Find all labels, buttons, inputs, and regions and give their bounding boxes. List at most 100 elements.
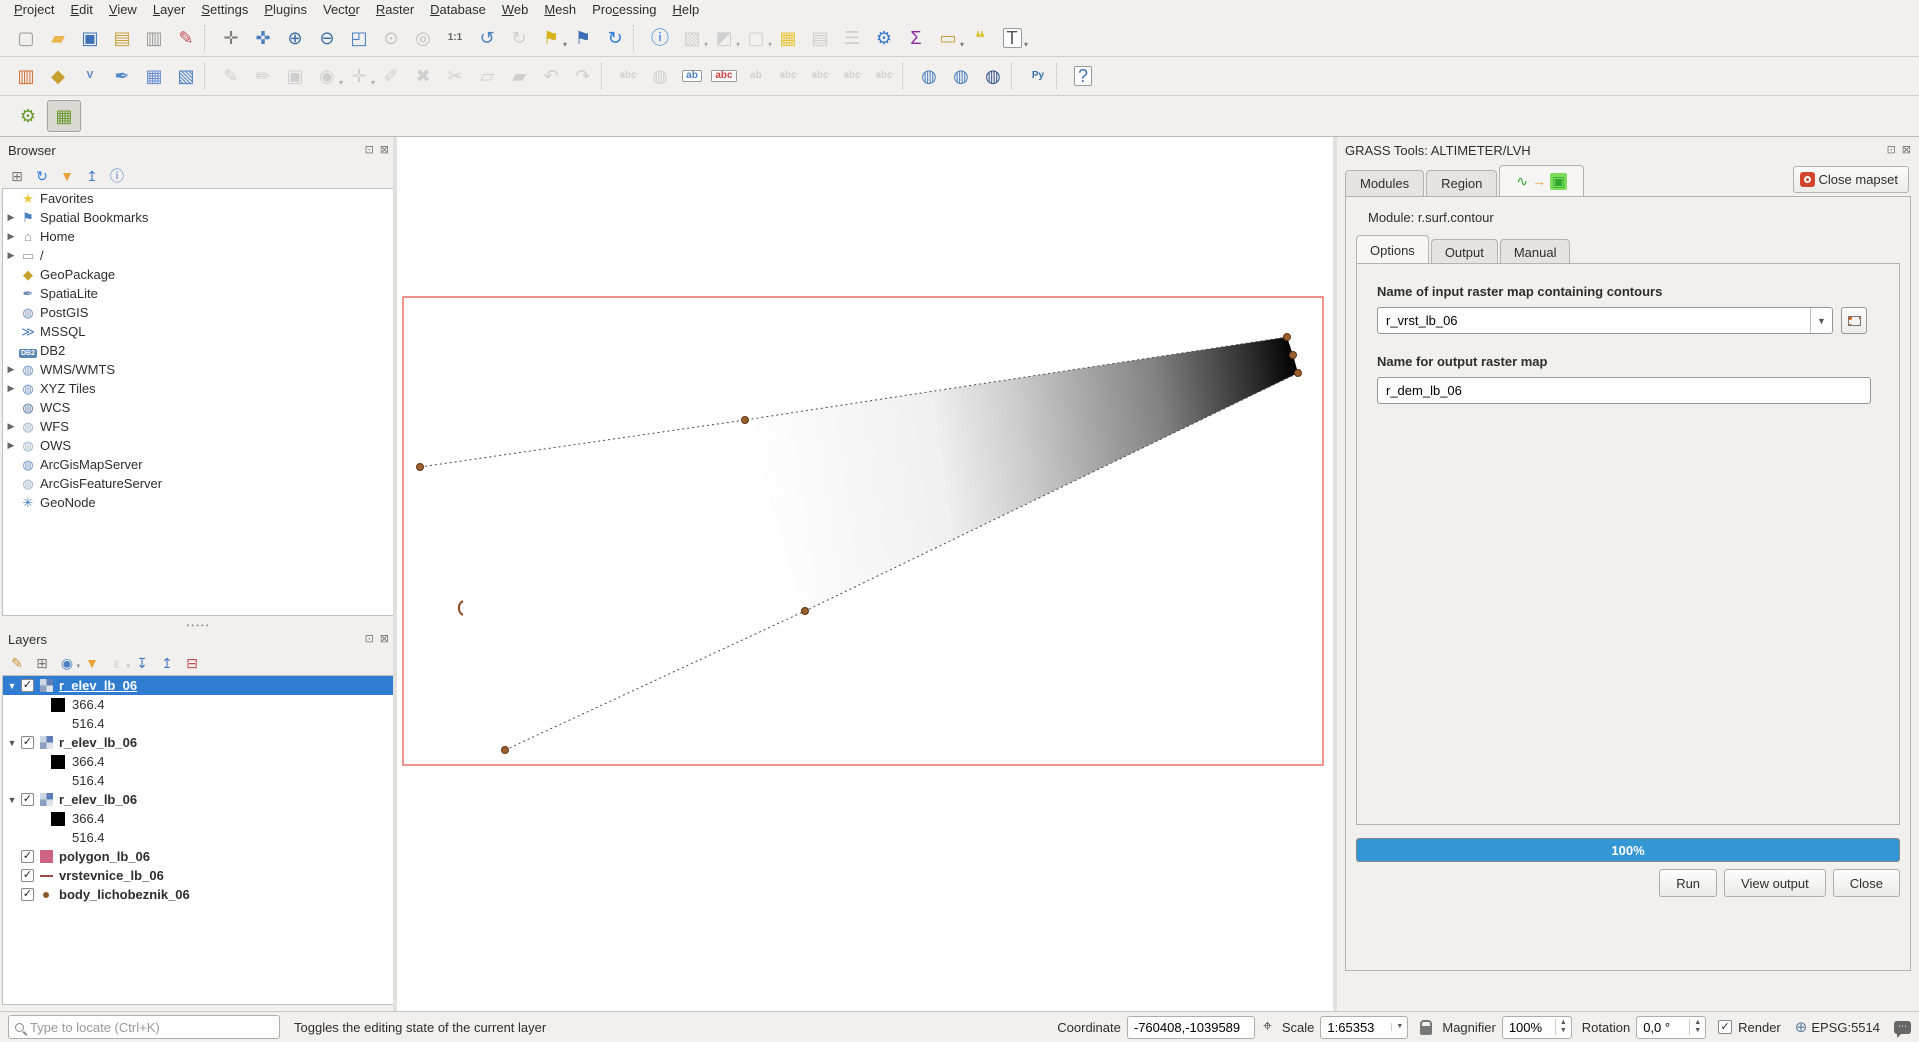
menu-view[interactable]: View bbox=[101, 1, 145, 18]
metasearch-icon[interactable]: ◍ bbox=[946, 61, 976, 91]
scale-dropdown-icon[interactable]: ▼ bbox=[1391, 1023, 1407, 1031]
expander-icon[interactable]: ▶ bbox=[3, 212, 19, 223]
input-raster-combobox[interactable]: ▼ bbox=[1377, 307, 1833, 334]
render-checkbox[interactable]: ✓ bbox=[1718, 1020, 1732, 1034]
show-layout-manager-icon[interactable]: ▥ bbox=[139, 23, 169, 53]
browser-item-mssql[interactable]: ≫MSSQL bbox=[3, 322, 394, 341]
extent-toggle-icon[interactable]: ⌖ bbox=[1263, 1018, 1272, 1036]
tab-output[interactable]: Output bbox=[1431, 239, 1498, 264]
rotation-spinbox[interactable]: ▲▼ bbox=[1636, 1016, 1706, 1039]
processing-toolbox-icon[interactable]: ⚙ bbox=[869, 23, 899, 53]
menu-edit[interactable]: Edit bbox=[62, 1, 100, 18]
search-layers-icon[interactable]: ◍ bbox=[978, 61, 1008, 91]
tab-options[interactable]: Options bbox=[1356, 235, 1429, 264]
add-selected-layers-icon[interactable]: ⊞ bbox=[6, 165, 28, 186]
menu-help[interactable]: Help bbox=[664, 1, 707, 18]
layer-visibility-checkbox[interactable]: ✓ bbox=[21, 736, 34, 749]
output-raster-input[interactable] bbox=[1377, 377, 1871, 404]
highlight-pinned-labels-icon[interactable]: abc bbox=[709, 61, 739, 91]
style-manager-icon[interactable]: ✎ bbox=[171, 23, 201, 53]
new-print-layout-icon[interactable]: ▤ bbox=[107, 23, 137, 53]
rotation-spin-icons[interactable]: ▲▼ bbox=[1689, 1019, 1705, 1036]
crs-globe-icon[interactable]: ⊕ bbox=[1795, 1018, 1808, 1036]
combo-dropdown-icon[interactable]: ▼ bbox=[1810, 308, 1832, 333]
show-sum-statistics-icon[interactable]: Σ bbox=[901, 23, 931, 53]
lock-scale-icon[interactable] bbox=[1420, 1026, 1432, 1035]
layers-close-icon[interactable]: ⊠ bbox=[380, 634, 389, 645]
filter-legend-icon[interactable]: ▼ bbox=[81, 652, 103, 673]
expander-icon[interactable]: ▶ bbox=[3, 364, 19, 375]
grass-tools-icon[interactable]: ⚙ bbox=[11, 100, 45, 132]
python-console-icon[interactable]: Py bbox=[1023, 61, 1053, 91]
scale-value[interactable] bbox=[1321, 1020, 1391, 1035]
open-layer-styling-icon[interactable]: ✎ bbox=[6, 652, 28, 673]
browser-item-ows[interactable]: ▶◍OWS bbox=[3, 436, 394, 455]
scale-combobox[interactable]: ▼ bbox=[1320, 1016, 1408, 1039]
zoom-full-icon[interactable]: ◰ bbox=[344, 23, 374, 53]
menu-settings[interactable]: Settings bbox=[193, 1, 256, 18]
browser-item-geonode[interactable]: ✳GeoNode bbox=[3, 493, 394, 512]
layer-visibility-checkbox[interactable]: ✓ bbox=[21, 850, 34, 863]
coordinate-field[interactable] bbox=[1127, 1016, 1255, 1039]
collapse-all-icon[interactable]: ↥ bbox=[81, 165, 103, 186]
new-bookmark-icon[interactable]: ⚑▾ bbox=[536, 23, 566, 53]
locate-search[interactable] bbox=[8, 1015, 280, 1039]
menu-database[interactable]: Database bbox=[422, 1, 494, 18]
expander-icon[interactable]: ▶ bbox=[3, 421, 19, 432]
close-button[interactable]: Close bbox=[1833, 869, 1900, 897]
new-mesh-layer-icon[interactable]: ▧ bbox=[171, 61, 201, 91]
crs-status[interactable]: EPSG:5514 bbox=[1811, 1020, 1880, 1035]
pan-map-icon[interactable]: ✛ bbox=[216, 23, 246, 53]
tab-region[interactable]: Region bbox=[1426, 170, 1497, 196]
zoom-last-icon[interactable]: ↺ bbox=[472, 23, 502, 53]
grass-close-icon[interactable]: ⊠ bbox=[1902, 145, 1911, 156]
remove-layer-icon[interactable]: ⊟ bbox=[181, 652, 203, 673]
new-shapefile-icon[interactable]: V bbox=[75, 61, 105, 91]
layer-item-polygon_lb_06[interactable]: ✓polygon_lb_06 bbox=[3, 847, 394, 866]
browser-item-db2[interactable]: DB2DB2 bbox=[3, 341, 394, 360]
text-annotation-icon[interactable]: T▾ bbox=[997, 23, 1027, 53]
expander-icon[interactable]: ▶ bbox=[3, 383, 19, 394]
close-mapset-button[interactable]: Close mapset bbox=[1793, 166, 1909, 193]
browser-item-xyz-tiles[interactable]: ▶◍XYZ Tiles bbox=[3, 379, 394, 398]
expander-icon[interactable]: ▶ bbox=[3, 440, 19, 451]
map-canvas[interactable] bbox=[397, 137, 1333, 1011]
map-tips-icon[interactable]: ❝ bbox=[965, 23, 995, 53]
magnifier-spin-icons[interactable]: ▲▼ bbox=[1555, 1019, 1571, 1036]
expander-icon[interactable]: ▼ bbox=[3, 681, 21, 691]
filter-browser-icon[interactable]: ▼ bbox=[56, 165, 78, 186]
expander-icon[interactable]: ▼ bbox=[3, 795, 21, 805]
zoom-out-icon[interactable]: ⊖ bbox=[312, 23, 342, 53]
browser-item-postgis[interactable]: ◍PostGIS bbox=[3, 303, 394, 322]
layer-visibility-checkbox[interactable]: ✓ bbox=[21, 679, 34, 692]
browser-item-wms-wmts[interactable]: ▶◍WMS/WMTS bbox=[3, 360, 394, 379]
new-virtual-layer-icon[interactable]: ▦ bbox=[139, 61, 169, 91]
rotation-value[interactable] bbox=[1637, 1020, 1689, 1035]
messages-icon[interactable]: ⋯ bbox=[1894, 1021, 1911, 1034]
browser-item-wfs[interactable]: ▶◍WFS bbox=[3, 417, 394, 436]
tab-modules[interactable]: Modules bbox=[1345, 170, 1424, 196]
menu-mesh[interactable]: Mesh bbox=[536, 1, 584, 18]
locate-input[interactable] bbox=[30, 1020, 273, 1035]
layer-visibility-checkbox[interactable]: ✓ bbox=[21, 793, 34, 806]
browser-float-icon[interactable]: ⊡ bbox=[365, 145, 374, 156]
pin-labels-icon[interactable]: ab bbox=[677, 61, 707, 91]
grass-region-icon[interactable]: ▦ bbox=[47, 100, 81, 132]
browser-item-wcs[interactable]: ◍WCS bbox=[3, 398, 394, 417]
new-project-icon[interactable]: ▢ bbox=[11, 23, 41, 53]
browser-item-favorites[interactable]: ★Favorites bbox=[3, 189, 394, 208]
refresh-browser-icon[interactable]: ↻ bbox=[31, 165, 53, 186]
menu-web[interactable]: Web bbox=[494, 1, 537, 18]
zoom-in-icon[interactable]: ⊕ bbox=[280, 23, 310, 53]
add-group-icon[interactable]: ⊞ bbox=[31, 652, 53, 673]
menu-processing[interactable]: Processing bbox=[584, 1, 664, 18]
data-source-manager-icon[interactable]: ▥ bbox=[11, 61, 41, 91]
magnifier-spinbox[interactable]: ▲▼ bbox=[1502, 1016, 1572, 1039]
run-button[interactable]: Run bbox=[1659, 869, 1717, 897]
menu-plugins[interactable]: Plugins bbox=[256, 1, 315, 18]
browser-item-home[interactable]: ▶⌂Home bbox=[3, 227, 394, 246]
new-spatialite-icon[interactable]: ✒ bbox=[107, 61, 137, 91]
tab-manual[interactable]: Manual bbox=[1500, 239, 1571, 264]
menu-vector[interactable]: Vector bbox=[315, 1, 368, 18]
tab-current-module[interactable]: ∿ → ▣ bbox=[1499, 165, 1584, 196]
